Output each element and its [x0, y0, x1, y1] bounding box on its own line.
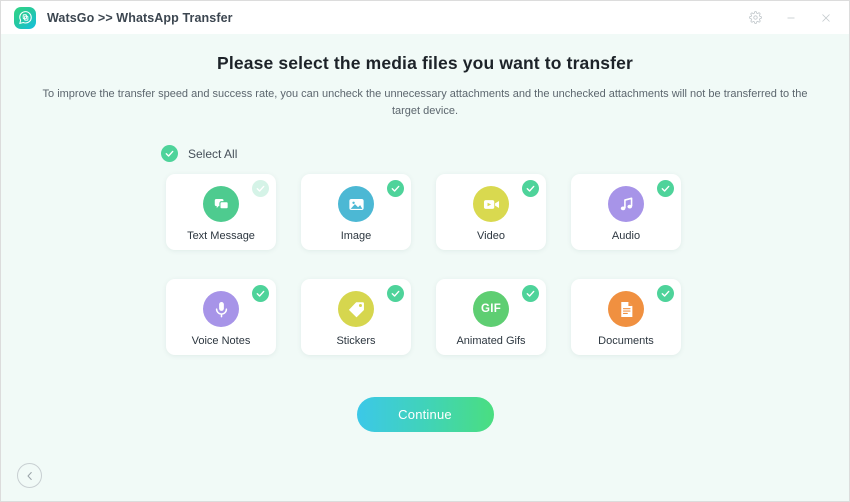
media-card-label: Image — [340, 230, 372, 242]
gif-text-icon: GIF — [473, 291, 509, 327]
card-check-circle-icon[interactable] — [657, 285, 674, 302]
card-check-circle-icon[interactable] — [657, 180, 674, 197]
gear-icon[interactable] — [748, 10, 763, 25]
media-card-label: Documents — [598, 335, 654, 347]
card-check-circle-icon[interactable] — [522, 285, 539, 302]
continue-button[interactable]: Continue — [356, 397, 494, 432]
media-card-image[interactable]: Image — [301, 174, 411, 250]
price-tag-icon — [338, 291, 374, 327]
select-all-row[interactable]: Select All — [161, 145, 849, 162]
window-controls — [748, 10, 837, 25]
media-card-documents[interactable]: Documents — [571, 279, 681, 355]
minimize-icon[interactable] — [783, 10, 798, 25]
media-type-grid: Text Message Image Video Audio Voice Notes St… — [1, 174, 701, 355]
media-card-animated-gifs[interactable]: GIF Animated Gifs — [436, 279, 546, 355]
window-title: WatsGo >> WhatsApp Transfer — [47, 10, 233, 25]
media-card-label: Text Message — [187, 230, 255, 242]
chevron-left-icon — [27, 471, 32, 480]
media-card-label: Animated Gifs — [456, 335, 526, 347]
select-all-label: Select All — [188, 146, 238, 161]
media-card-label: Stickers — [336, 335, 376, 347]
media-card-video[interactable]: Video — [436, 174, 546, 250]
video-camera-icon — [473, 186, 509, 222]
microphone-icon — [203, 291, 239, 327]
media-card-label: Voice Notes — [191, 335, 251, 347]
media-card-voice-notes[interactable]: Voice Notes — [166, 279, 276, 355]
media-card-audio[interactable]: Audio — [571, 174, 681, 250]
music-note-icon — [608, 186, 644, 222]
page-description: To improve the transfer speed and succes… — [42, 88, 808, 117]
photo-icon — [338, 186, 374, 222]
card-check-circle-icon[interactable] — [387, 180, 404, 197]
back-button[interactable] — [17, 463, 42, 488]
media-card-stickers[interactable]: Stickers — [301, 279, 411, 355]
card-check-circle-icon[interactable] — [522, 180, 539, 197]
media-card-label: Audio — [611, 230, 641, 242]
continue-row: Continue — [1, 397, 849, 432]
card-check-circle-icon[interactable] — [252, 285, 269, 302]
chat-bubbles-icon — [203, 186, 239, 222]
gif-glyph-text: GIF — [480, 303, 502, 315]
media-card-label: Video — [477, 230, 505, 242]
media-card-text-message[interactable]: Text Message — [166, 174, 276, 250]
app-window: WatsGo >> WhatsApp Transfer Please selec… — [0, 0, 850, 502]
select-all-check-circle-icon[interactable] — [161, 145, 178, 162]
card-check-circle-icon — [252, 180, 269, 197]
card-check-circle-icon[interactable] — [387, 285, 404, 302]
watsgo-chat-logo-icon — [14, 6, 36, 29]
title-bar: WatsGo >> WhatsApp Transfer — [1, 1, 849, 34]
page-title: Please select the media files you want t… — [217, 53, 633, 73]
document-icon — [608, 291, 644, 327]
close-icon[interactable] — [818, 10, 833, 25]
